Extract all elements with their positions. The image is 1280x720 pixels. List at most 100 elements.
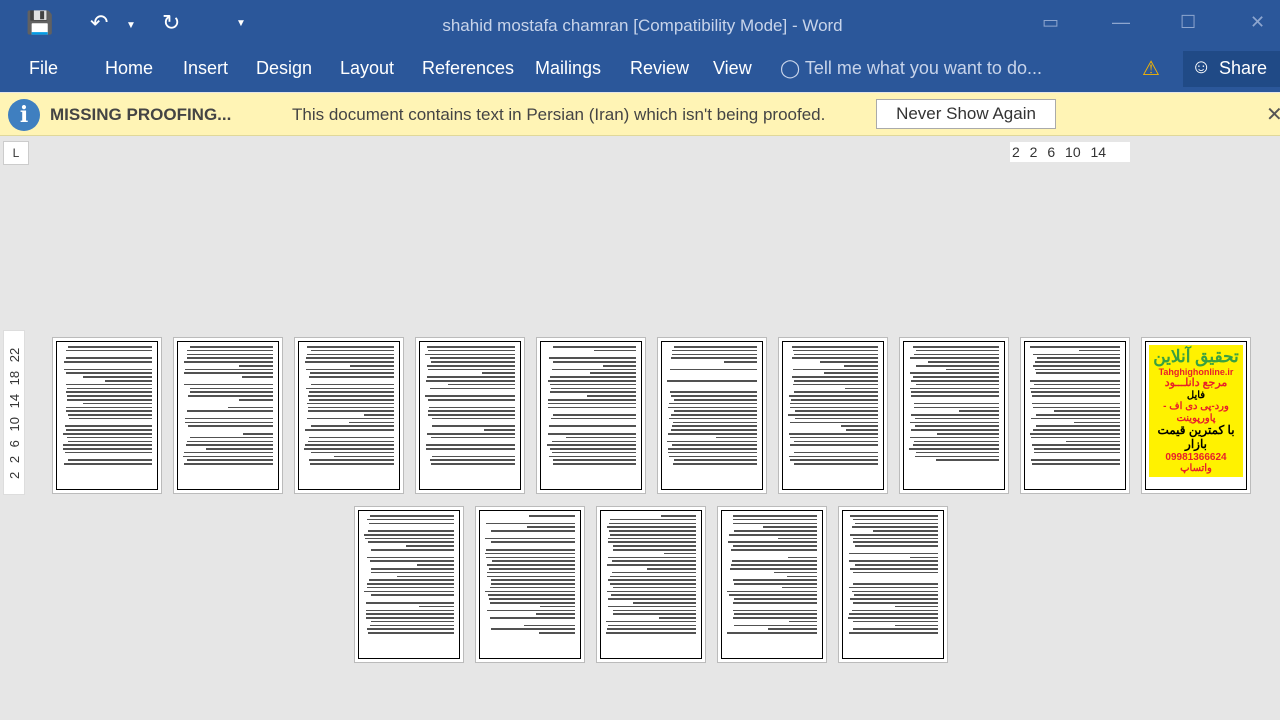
text-line bbox=[669, 391, 757, 393]
page-thumbnail[interactable] bbox=[52, 337, 162, 494]
tab-selector[interactable]: L bbox=[3, 141, 29, 165]
text-line bbox=[1030, 417, 1120, 420]
text-line bbox=[305, 357, 394, 359]
text-line bbox=[549, 357, 636, 359]
text-line bbox=[425, 395, 515, 397]
page-thumbnail[interactable] bbox=[354, 506, 464, 663]
text-line bbox=[185, 368, 273, 371]
close-message-icon[interactable]: ✕ bbox=[1266, 102, 1280, 127]
text-line bbox=[790, 436, 878, 439]
text-line bbox=[667, 432, 757, 435]
page-thumbnail[interactable] bbox=[778, 337, 888, 494]
page-ad[interactable]: تحقیق آنلاین Tahghighonline.ir مرجع دانل… bbox=[1141, 337, 1251, 494]
text-line bbox=[670, 395, 757, 397]
text-line bbox=[790, 421, 878, 424]
page-thumbnail[interactable] bbox=[657, 337, 767, 494]
text-line bbox=[492, 560, 575, 562]
text-line bbox=[612, 549, 696, 551]
text-line bbox=[792, 346, 878, 348]
page-thumbnail[interactable] bbox=[536, 337, 646, 494]
tab-design[interactable]: Design bbox=[256, 58, 312, 79]
text-line bbox=[186, 444, 273, 446]
text-line bbox=[307, 440, 394, 443]
page-thumbnail[interactable] bbox=[173, 337, 283, 494]
tab-references[interactable]: References bbox=[422, 58, 514, 79]
text-line bbox=[916, 349, 999, 352]
text-line bbox=[431, 455, 515, 458]
text-line bbox=[365, 537, 454, 540]
close-icon[interactable]: ✕ bbox=[1250, 12, 1265, 33]
text-line bbox=[83, 402, 152, 405]
ribbon-tabs: File Home Insert Design Layout Reference… bbox=[0, 48, 1280, 92]
text-line bbox=[607, 541, 696, 544]
text-line bbox=[425, 380, 515, 382]
text-line bbox=[487, 571, 575, 574]
text-line bbox=[914, 455, 999, 458]
text-line bbox=[794, 353, 878, 356]
text-line bbox=[674, 346, 757, 348]
text-line bbox=[367, 632, 454, 634]
text-line bbox=[1030, 432, 1120, 435]
text-line bbox=[184, 372, 273, 375]
never-show-again-button[interactable]: Never Show Again bbox=[876, 99, 1056, 129]
tab-insert[interactable]: Insert bbox=[183, 58, 228, 79]
text-line bbox=[914, 406, 999, 409]
share-button[interactable]: ☺ Share bbox=[1183, 51, 1280, 87]
warning-icon[interactable]: ⚠ bbox=[1142, 56, 1160, 81]
text-line bbox=[606, 620, 696, 623]
text-line bbox=[1031, 436, 1120, 439]
tell-me-search[interactable]: ◯ Tell me what you want to do... bbox=[780, 58, 1042, 79]
text-line bbox=[67, 436, 152, 439]
text-line bbox=[848, 560, 938, 562]
text-line bbox=[308, 398, 394, 401]
text-line bbox=[546, 444, 636, 446]
tab-file[interactable]: File bbox=[29, 58, 58, 79]
text-line bbox=[820, 361, 878, 363]
ribbon-display-icon[interactable]: ▭ bbox=[1042, 12, 1059, 33]
text-line bbox=[369, 560, 454, 562]
text-line bbox=[602, 364, 636, 367]
text-line bbox=[68, 414, 152, 416]
text-line bbox=[428, 349, 515, 352]
page-thumbnail[interactable] bbox=[899, 337, 1009, 494]
text-line bbox=[365, 617, 454, 619]
text-line bbox=[671, 444, 757, 446]
text-line bbox=[488, 598, 575, 600]
text-line bbox=[632, 601, 696, 604]
text-line bbox=[606, 564, 696, 566]
page-thumbnail[interactable] bbox=[596, 506, 706, 663]
page-thumbnail[interactable] bbox=[838, 506, 948, 663]
page-thumbnail[interactable] bbox=[415, 337, 525, 494]
text-line bbox=[608, 556, 696, 559]
text-line bbox=[307, 406, 394, 409]
text-line bbox=[66, 429, 152, 431]
text-line bbox=[551, 387, 636, 390]
text-line bbox=[370, 549, 454, 551]
page-thumbnail[interactable] bbox=[1020, 337, 1130, 494]
tab-view[interactable]: View bbox=[713, 58, 752, 79]
text-line bbox=[794, 417, 878, 420]
text-line bbox=[187, 440, 273, 443]
text-line bbox=[481, 372, 515, 375]
vertical-ruler[interactable]: 2 2 6 10 14 18 22 bbox=[3, 330, 25, 495]
page-thumbnail[interactable] bbox=[475, 506, 585, 663]
text-line bbox=[310, 463, 394, 465]
text-line bbox=[63, 463, 152, 465]
tab-review[interactable]: Review bbox=[630, 58, 689, 79]
tab-layout[interactable]: Layout bbox=[340, 58, 394, 79]
text-line bbox=[1034, 451, 1120, 454]
text-line bbox=[794, 380, 878, 382]
tab-home[interactable]: Home bbox=[105, 58, 153, 79]
text-line bbox=[82, 376, 152, 378]
tab-mailings[interactable]: Mailings bbox=[535, 58, 601, 79]
text-line bbox=[308, 436, 394, 439]
horizontal-ruler[interactable]: 2 2 6 10 14 bbox=[1010, 142, 1130, 162]
maximize-icon[interactable]: ☐ bbox=[1180, 12, 1196, 33]
text-line bbox=[547, 406, 636, 409]
text-line bbox=[371, 571, 454, 574]
page-thumbnail[interactable] bbox=[717, 506, 827, 663]
page-thumbnail[interactable] bbox=[294, 337, 404, 494]
title-bar: 💾 ↶ ▼ ↻ ▼ shahid mostafa chamran [Compat… bbox=[0, 0, 1280, 48]
text-line bbox=[65, 349, 152, 352]
minimize-icon[interactable]: — bbox=[1112, 12, 1130, 33]
